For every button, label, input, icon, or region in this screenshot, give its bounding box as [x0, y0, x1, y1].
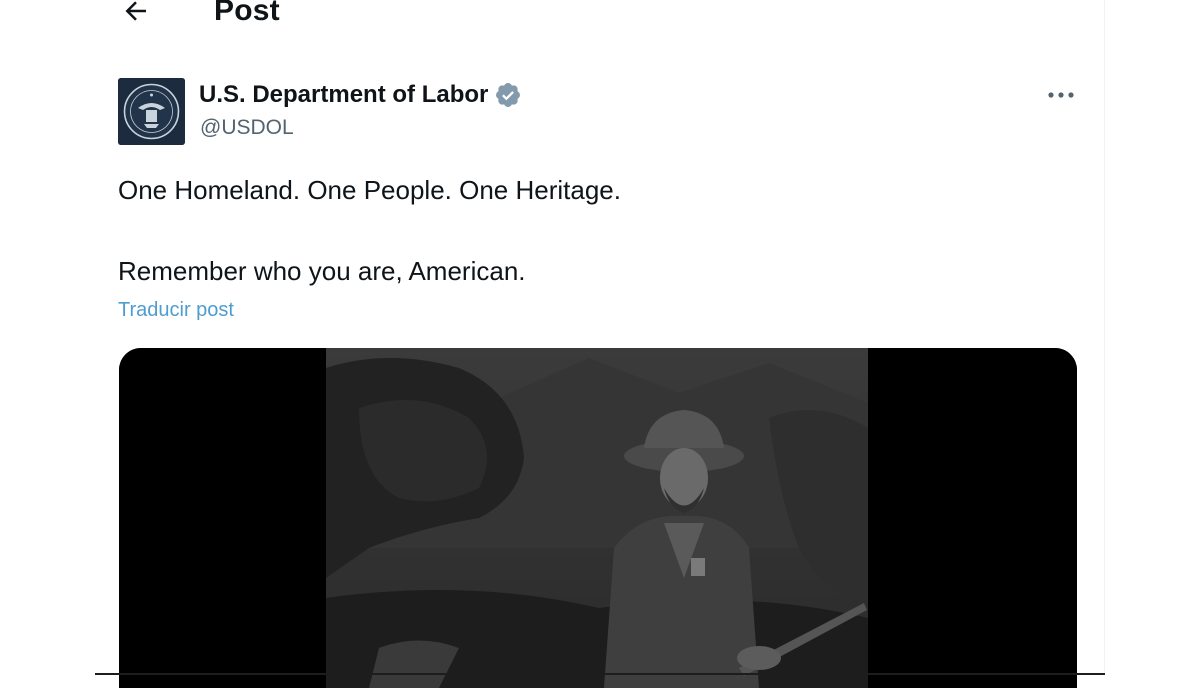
author-name[interactable]: U.S. Department of Labor [199, 81, 488, 109]
author-handle[interactable]: @USDOL [200, 116, 294, 140]
back-button[interactable] [116, 0, 156, 30]
post-text-line: One Homeland. One People. One Heritage. [118, 175, 621, 205]
author-name-row[interactable]: U.S. Department of Labor [199, 81, 522, 109]
translate-post-link[interactable]: Traducir post [118, 299, 234, 322]
frontiersman-painting-image [119, 348, 1077, 688]
more-horizontal-icon [1046, 87, 1076, 105]
more-options-button[interactable] [1040, 82, 1082, 110]
post-text-line: Remember who you are, American. [118, 256, 526, 286]
arrow-left-icon [121, 0, 151, 31]
department-seal-logo [118, 78, 185, 145]
page-title: Post [214, 0, 280, 27]
verified-badge-icon [494, 81, 522, 109]
avatar[interactable] [118, 78, 185, 145]
post-media-video[interactable] [119, 348, 1077, 688]
